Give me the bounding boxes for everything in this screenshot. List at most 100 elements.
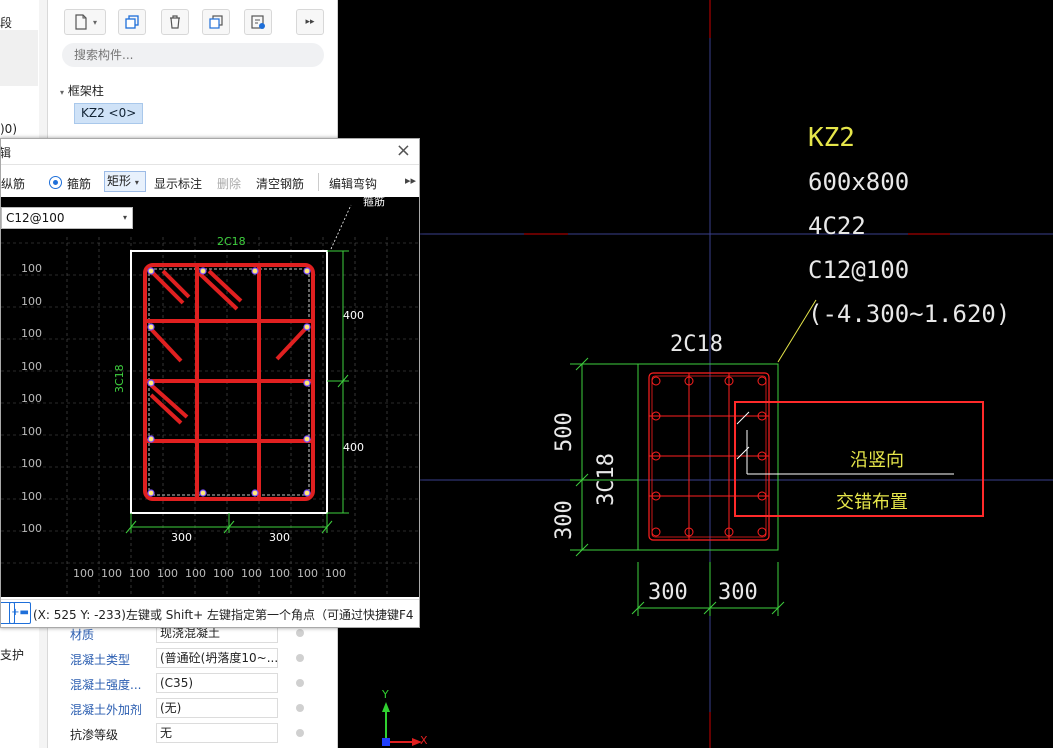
property-name: 抗渗等级 (70, 728, 119, 742)
edit-hook-button[interactable]: 编辑弯钩 (329, 175, 377, 192)
axis-y-label: Y (382, 688, 389, 701)
chevron-down-icon: ▾ (122, 213, 127, 222)
clear-rebar-button[interactable]: 清空钢筋 (256, 175, 304, 192)
corner-rebar: 4C22 (808, 212, 866, 240)
layer-copy-button[interactable] (202, 9, 230, 35)
grid-scale-left: 100 100 100 100 100 100 100 100 100 (21, 262, 42, 535)
axis-x-label: X (420, 734, 428, 747)
property-name[interactable]: 混凝土类型 (70, 651, 130, 668)
batch-icon (251, 15, 265, 29)
left-nav-selected-item[interactable] (0, 30, 38, 86)
dialog-toolbar: 纵筋 箍筋 矩形 ▾ 显示标注 删除 清空钢筋 编辑弯钩 ▸▸ (1, 169, 419, 195)
cad-drawing-canvas[interactable]: KZ2 600x800 4C22 C12@100 (-4.300~1.620) … (338, 0, 1053, 748)
dialog-title-bar[interactable]: 辑 × (1, 139, 419, 165)
layer-copy-icon (209, 15, 223, 29)
stirrup-cage (143, 263, 315, 501)
toolbar-separator (318, 173, 319, 191)
section-dim-right-lower: 400 (343, 441, 364, 454)
stirrup-spec-select[interactable]: C12@100 ▾ (1, 207, 133, 229)
property-name[interactable]: 材质 (70, 626, 94, 643)
dimension-left-lower: 300 (552, 500, 577, 540)
side-rebar-label: 3C18 (594, 453, 619, 506)
stirrup-spec: C12@100 (808, 256, 910, 284)
copy-component-button[interactable] (118, 9, 146, 35)
hook-marker (736, 411, 750, 425)
property-row-concrete-type: 混凝土类型 (普通砼(坍落度10~... (64, 648, 339, 670)
tree-collapse-icon[interactable]: ▾ (60, 88, 64, 97)
delete-component-button[interactable] (161, 9, 189, 35)
dimension-left-upper: 500 (552, 412, 577, 452)
property-value[interactable]: (无) (156, 698, 278, 718)
annotation-leader-line (777, 317, 806, 363)
left-nav-item-3[interactable]: 支护 (0, 646, 24, 663)
dimension-bottom-right: 300 (718, 580, 758, 605)
left-nav-item-1[interactable]: 段 (0, 14, 12, 31)
section-size: 600x800 (808, 168, 910, 196)
dialog-title: 辑 (0, 146, 12, 160)
status-text: (X: 525 Y: -233)左键或 Shift+ 左键指定第一个角点（可通过… (33, 608, 414, 622)
property-toggle-dot[interactable] (296, 629, 304, 637)
chevron-down-icon: ▾ (92, 17, 97, 27)
property-value[interactable]: (C35) (156, 673, 278, 693)
delete-button[interactable]: 删除 (217, 175, 241, 192)
section-top-label: 2C18 (217, 235, 246, 248)
panel-expand-button[interactable]: ▸▸ (296, 9, 324, 35)
property-toggle-dot[interactable] (296, 679, 304, 687)
top-rebar-label: 2C18 (670, 332, 723, 357)
section-dim-bottom-left: 300 (171, 531, 192, 544)
callout-leader (330, 204, 352, 250)
note-line-1: 沿竖向 (850, 450, 904, 471)
new-component-button[interactable]: ▾ (64, 9, 106, 35)
property-row-concrete-strength: 混凝土强度... (C35) (64, 673, 339, 695)
ucs-axis-icon (382, 702, 422, 746)
expand-icon: ▸▸ (305, 17, 315, 27)
close-icon[interactable]: × (396, 141, 411, 161)
component-search-input[interactable] (62, 43, 324, 67)
elevation-range: (-4.300~1.620) (808, 300, 1011, 328)
dimension-bottom-left: 300 (648, 580, 688, 605)
property-value[interactable]: (普通砼(坍落度10~... (156, 648, 278, 668)
property-name[interactable]: 混凝土强度... (70, 676, 141, 693)
batch-select-button[interactable] (244, 9, 272, 35)
annotation-details: 600x800 4C22 C12@100 (-4.300~1.620) (808, 160, 1010, 336)
property-value[interactable]: 无 (156, 723, 278, 743)
shape-dropdown-value: 矩形 (107, 174, 132, 188)
property-row-impermeability: 抗渗等级 无 (64, 723, 339, 745)
cad-canvas-svg (338, 0, 1053, 748)
note-line-2: 交错布置 (836, 492, 908, 513)
section-side-label: 3C18 (113, 364, 126, 393)
section-editor-svg (1, 204, 419, 597)
dialog-status-bar: +▬ (X: 525 Y: -233)左键或 Shift+ 左键指定第一个角点（… (1, 599, 419, 627)
tree-node-label: 框架柱 (67, 84, 104, 98)
property-row-admixture: 混凝土外加剂 (无) (64, 698, 339, 720)
tree-node-frame-column[interactable]: ▾ 框架柱 (60, 82, 104, 99)
section-editor-canvas[interactable]: C12@100 ▾ 箍筋 2C18 3C18 400 400 300 300 1… (1, 195, 419, 597)
copy-icon (125, 15, 139, 29)
column-section-outline (637, 363, 779, 551)
property-name[interactable]: 混凝土外加剂 (70, 701, 142, 718)
callout-label: 箍筋 (363, 195, 385, 208)
chevron-down-icon: ▾ (134, 178, 139, 187)
left-nav-item-2[interactable]: )0) (0, 122, 17, 136)
show-annotation-button[interactable]: 显示标注 (154, 175, 202, 192)
section-grid (1, 237, 419, 597)
section-dim-right-upper: 400 (343, 309, 364, 322)
delete-icon (170, 15, 180, 29)
toolbar-more-icon[interactable]: ▸▸ (405, 174, 416, 187)
stirrup-radio[interactable] (49, 176, 62, 189)
longitudinal-rebar-tab[interactable]: 纵筋 (1, 175, 25, 192)
annotation-block: KZ2 (808, 116, 855, 160)
grid-scale-bottom: 100 100 100 100 100 100 100 100 100 100 (73, 567, 346, 580)
property-toggle-dot[interactable] (296, 654, 304, 662)
shape-dropdown[interactable]: 矩形 ▾ (104, 171, 146, 192)
property-toggle-dot[interactable] (296, 729, 304, 737)
column-name: KZ2 (808, 123, 855, 153)
tree-item-kz2[interactable]: KZ2 <0> (74, 103, 144, 124)
property-toggle-dot[interactable] (296, 704, 304, 712)
section-dim-bottom-right: 300 (269, 531, 290, 544)
app-window: 段 )0) 支护 ▾ ▸▸ ▾ 框架柱 KZ2 <0> (0, 0, 1053, 748)
rebar-edit-dialog: 辑 × 纵筋 箍筋 矩形 ▾ 显示标注 删除 清空钢筋 编辑弯钩 ▸▸ C12@… (0, 138, 420, 628)
add-point-button[interactable]: +▬ (9, 602, 31, 624)
stirrup-label[interactable]: 箍筋 (67, 175, 91, 192)
stirrup-spec-value: C12@100 (6, 211, 65, 225)
